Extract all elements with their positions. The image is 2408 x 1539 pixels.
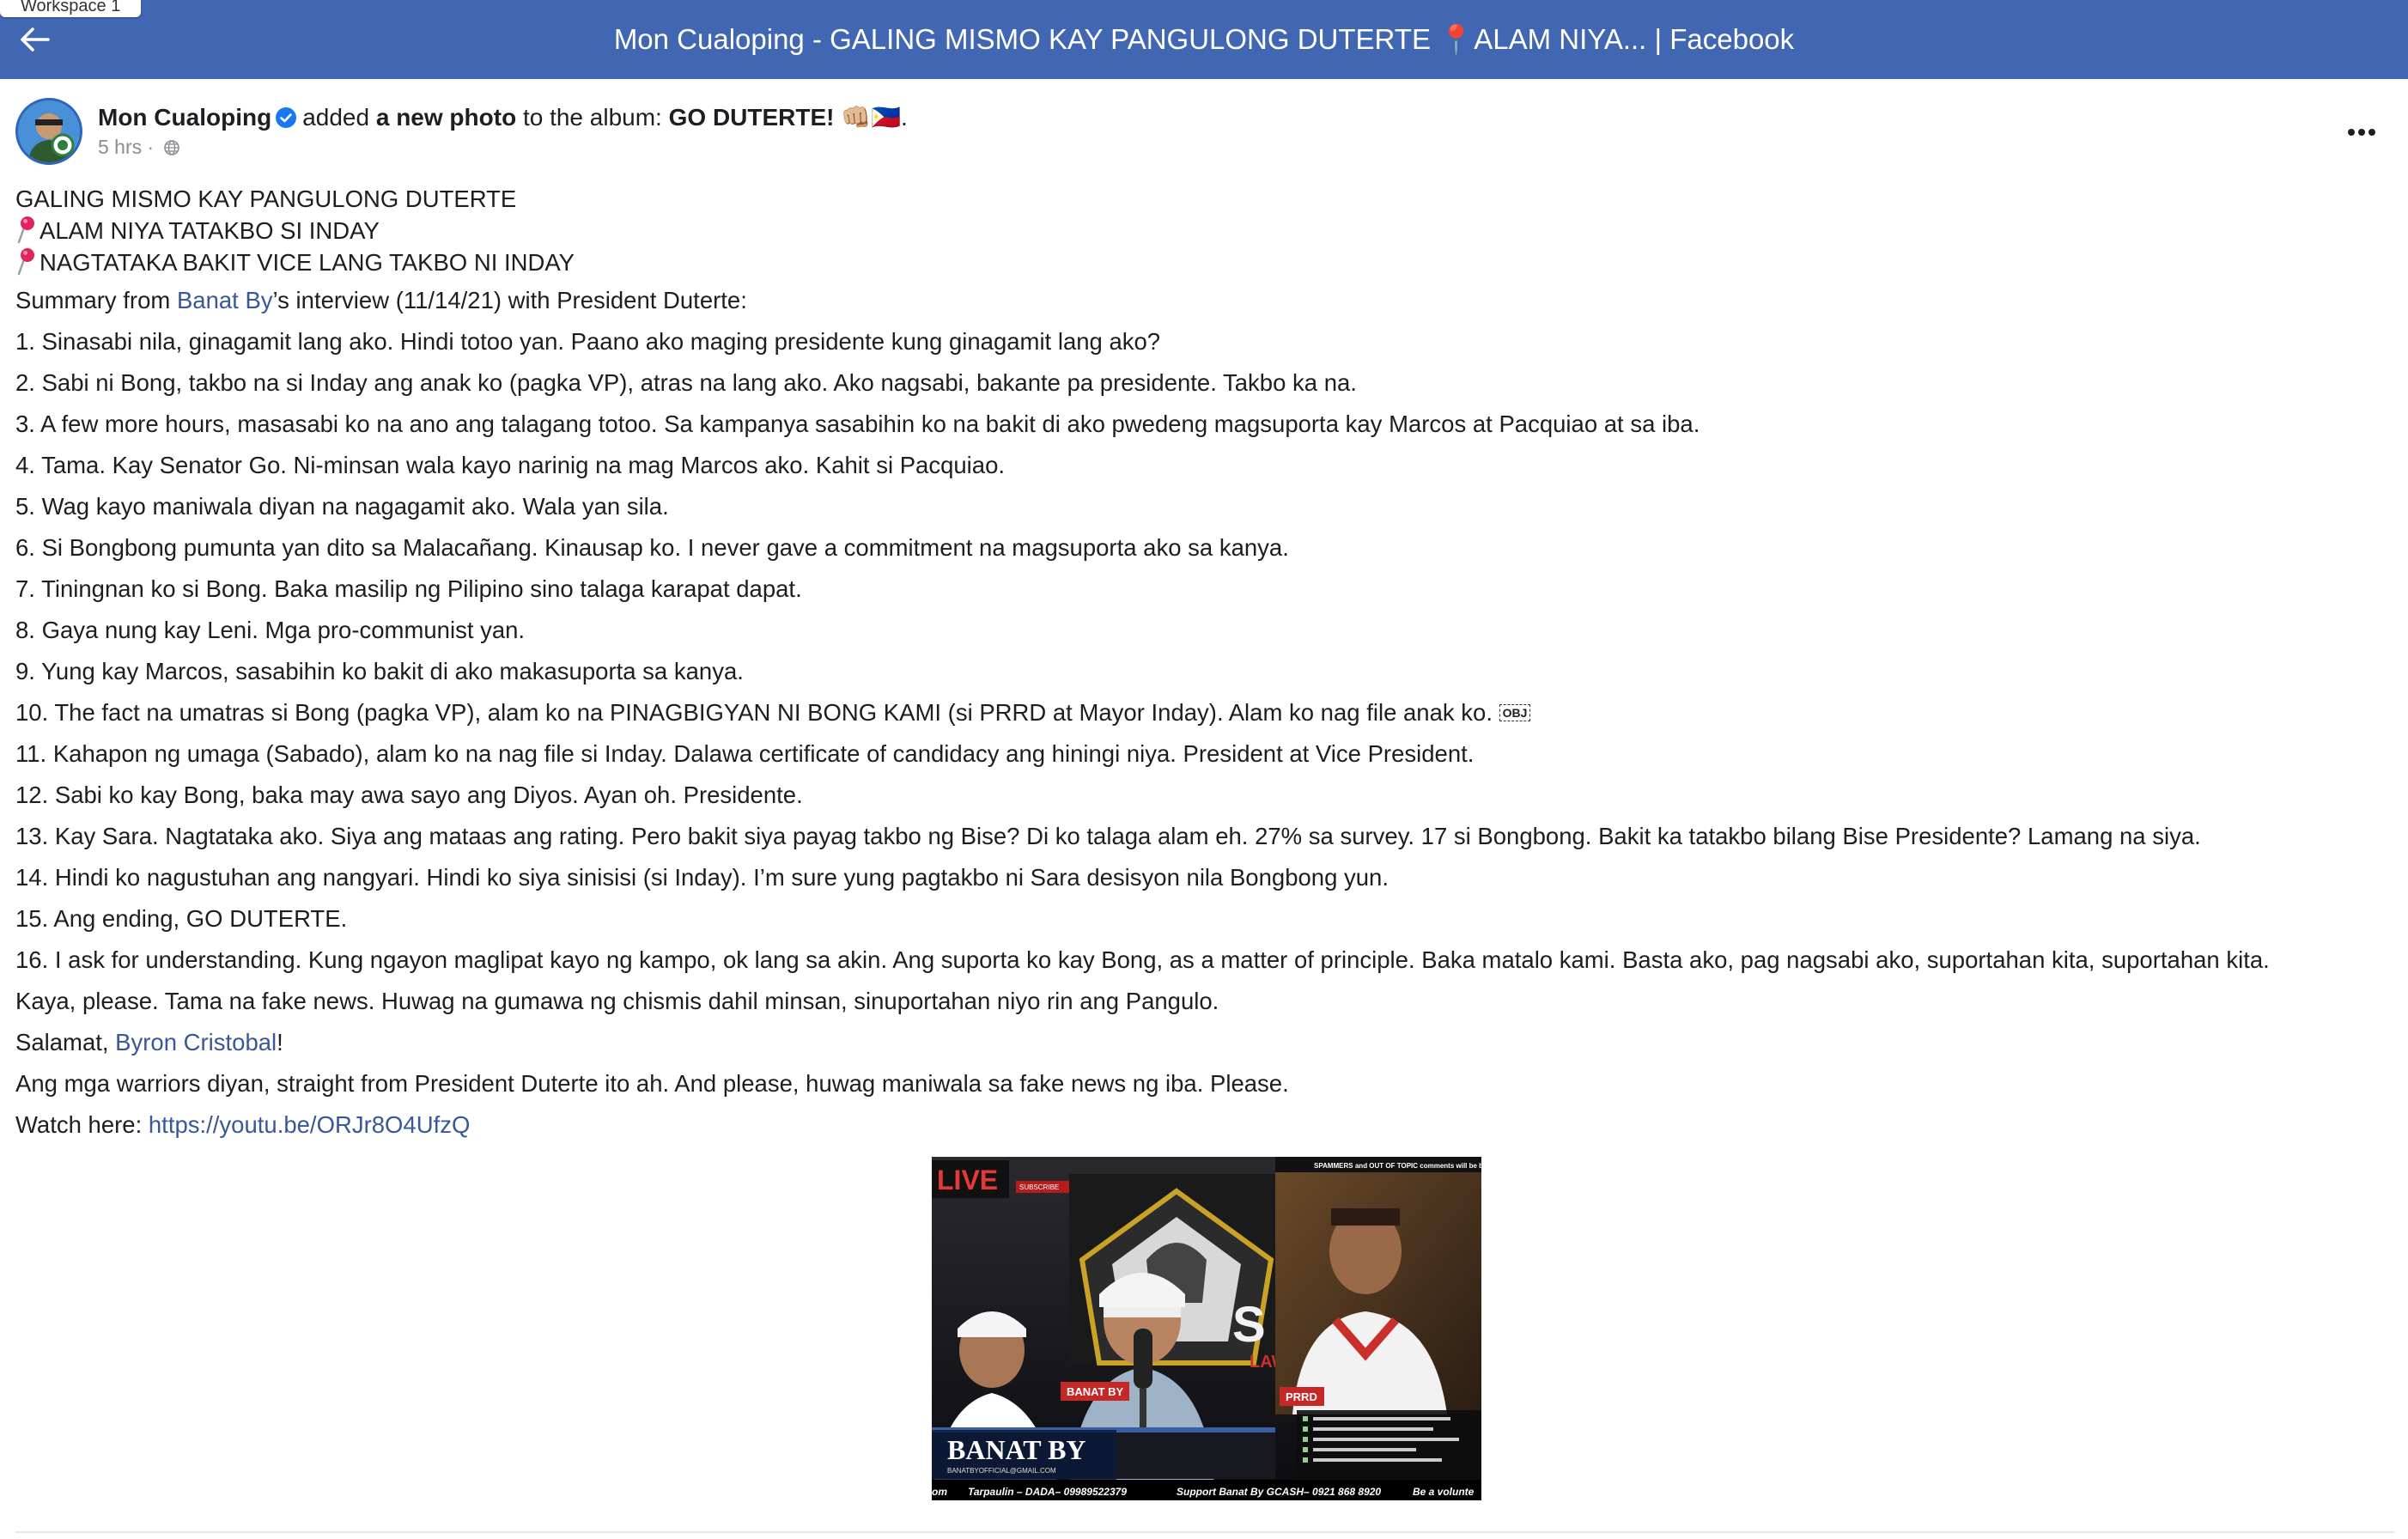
- list-item: 15. Ang ending, GO DUTERTE.: [15, 905, 348, 932]
- page-title: Mon Cualoping - GALING MISMO KAY PANGULO…: [613, 23, 1795, 55]
- post-headline: GALING MISMO KAY PANGULONG DUTERTE: [15, 186, 517, 212]
- ticker-end: Be a volunte: [1413, 1486, 1475, 1498]
- timestamp-text[interactable]: 5 hrs: [98, 136, 142, 158]
- summary-prefix: Summary from: [15, 287, 177, 313]
- timestamp-separator: ·: [147, 136, 155, 158]
- post-content: GALING MISMO KAY PANGULONG DUTERTE ALAM …: [15, 184, 2394, 1146]
- post-photo[interactable]: S BY LAW SPAMMERS and OUT OF TOPIC comme…: [932, 1157, 1481, 1500]
- avatar-image: [18, 100, 80, 162]
- list-item: 7. Tiningnan ko si Bong. Baka masilip ng…: [15, 575, 802, 602]
- author-name[interactable]: Mon Cualoping: [98, 104, 271, 131]
- watch-line: Watch here: https://youtu.be/ORJr8O4UfzQ: [15, 1104, 2394, 1146]
- list-item: 2. Sabi ni Bong, takbo na si Inday ang a…: [15, 369, 1357, 396]
- more-horizontal-icon[interactable]: [2343, 115, 2381, 149]
- action-prefix: added: [302, 104, 370, 131]
- verified-badge-icon: [276, 107, 297, 128]
- ticker-mid: Tarpaulin – DADA– 09989522379: [968, 1486, 1127, 1498]
- byron-cristobal-link[interactable]: Byron Cristobal: [115, 1029, 277, 1055]
- list-item: 10. The fact na umatras si Bong (pagka V…: [15, 692, 2394, 733]
- post-body: Summary from Banat By’s interview (11/14…: [15, 280, 2394, 1146]
- list-item: 1. Sinasabi nila, ginagamit lang ako. Hi…: [15, 328, 1161, 355]
- summary-line: Summary from Banat By’s interview (11/14…: [15, 280, 2394, 321]
- action-suffix: to the album:: [522, 104, 662, 131]
- list-item: 11. Kahapon ng umaga (Sabado), alam ko n…: [15, 740, 1475, 767]
- post-header: Mon Cualoping added a new photo to the al…: [15, 98, 2386, 170]
- watch-prefix: Watch here:: [15, 1111, 149, 1138]
- thanks-line: Salamat, Byron Cristobal!: [15, 1022, 2394, 1063]
- list-item-text: 10. The fact na umatras si Bong (pagka V…: [15, 699, 1493, 726]
- ticker-left: om: [932, 1486, 947, 1498]
- thanks-suffix: !: [277, 1029, 283, 1055]
- list-item: 12. Sabi ko kay Bong, baka may awa sayo …: [15, 782, 803, 808]
- post-timestamp: 5 hrs ·: [98, 136, 180, 159]
- pin-line-text: ALAM NIYA TATAKBO SI INDAY: [40, 217, 380, 244]
- post-action-line: Mon Cualoping added a new photo to the al…: [98, 103, 908, 131]
- list-item: 4. Tama. Kay Senator Go. Ni-minsan wala …: [15, 452, 1006, 478]
- pin-line: ALAM NIYA TATAKBO SI INDAY: [15, 215, 2394, 246]
- closing-line: Kaya, please. Tama na fake news. Huwag n…: [15, 988, 1219, 1014]
- list-item: 9. Yung kay Marcos, sasabihin ko bakit d…: [15, 658, 744, 684]
- tag-right: PRRD: [1286, 1390, 1317, 1403]
- album-period: .: [901, 104, 908, 131]
- title-bar: Workspace 1 Mon Cualoping - GALING MISMO…: [0, 0, 2408, 79]
- top-notice: SPAMMERS and OUT OF TOPIC comments will …: [1314, 1162, 1481, 1170]
- youtube-link[interactable]: https://youtu.be/ORJr8O4UfzQ: [149, 1111, 470, 1138]
- tag-left: BANAT BY: [1067, 1385, 1124, 1398]
- list-item: 8. Gaya nung kay Leni. Mga pro-communist…: [15, 617, 526, 643]
- ticker-right: Support Banat By GCASH– 0921 868 8920: [1177, 1486, 1381, 1498]
- subscribe-badge: SUBSCRIBE: [1019, 1183, 1059, 1191]
- list-item: 5. Wag kayo maniwala diyan na nagagamit …: [15, 493, 669, 520]
- thanks-prefix: Salamat,: [15, 1029, 116, 1055]
- round-pushpin-icon: [17, 216, 34, 244]
- action-object[interactable]: a new photo: [376, 104, 516, 131]
- summary-suffix: ’s interview (11/14/21) with President D…: [272, 287, 747, 313]
- post-divider: [15, 1531, 2394, 1533]
- live-badge: LIVE: [937, 1165, 998, 1195]
- album-name[interactable]: GO DUTERTE! 👊🏼🇵🇭: [669, 104, 901, 131]
- globe-icon: [163, 140, 179, 155]
- post-intro: GALING MISMO KAY PANGULONG DUTERTE ALAM …: [15, 184, 2394, 278]
- round-pushpin-icon: [17, 248, 34, 276]
- avatar[interactable]: [15, 98, 82, 165]
- list-item: 6. Si Bongbong pumunta yan dito sa Malac…: [15, 534, 1289, 561]
- pin-line: NAGTATAKA BAKIT VICE LANG TAKBO NI INDAY: [15, 246, 2394, 278]
- list-item: 14. Hindi ko nagustuhan ang nangyari. Hi…: [15, 864, 1389, 891]
- warriors-line: Ang mga warriors diyan, straight from Pr…: [15, 1070, 1289, 1097]
- brand-text: BANAT BY: [947, 1434, 1086, 1465]
- list-item: 13. Kay Sara. Nagtataka ako. Siya ang ma…: [15, 823, 2201, 849]
- brand-email: BANATBYOFFICIAL@GMAIL.COM: [947, 1467, 1056, 1475]
- pin-line-text: NAGTATAKA BAKIT VICE LANG TAKBO NI INDAY: [40, 249, 575, 276]
- photo-image: S BY LAW SPAMMERS and OUT OF TOPIC comme…: [932, 1157, 1481, 1500]
- list-item: 3. A few more hours, masasabi ko na ano …: [15, 411, 1700, 437]
- banat-by-link[interactable]: Banat By: [177, 287, 273, 313]
- list-item: 16. I ask for understanding. Kung ngayon…: [15, 946, 2270, 973]
- obj-placeholder-glyph: OBJ: [1499, 704, 1531, 721]
